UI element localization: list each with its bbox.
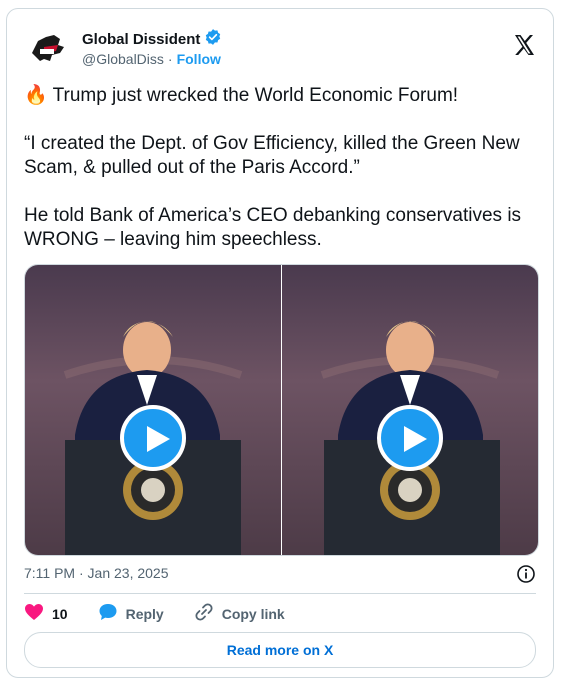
tweet-timestamp[interactable]: 7:11 PM · Jan 23, 2025 — [24, 565, 169, 581]
author-name[interactable]: Global Dissident — [82, 31, 200, 48]
tweet-header: Global Dissident @GlobalDiss · Follow — [24, 23, 536, 71]
heart-icon — [24, 603, 44, 624]
tweet-paragraph: 🔥 Trump just wrecked the World Economic … — [24, 85, 459, 106]
video-thumbnail[interactable] — [282, 265, 538, 555]
play-button[interactable] — [120, 405, 186, 471]
info-icon[interactable] — [516, 564, 536, 584]
follow-button[interactable]: Follow — [177, 51, 221, 67]
tweet-paragraph: “I created the Dept. of Gov Efficiency, … — [24, 133, 520, 178]
verified-badge-icon — [204, 28, 222, 51]
reply-button[interactable]: Reply — [98, 602, 164, 625]
read-more-button[interactable]: Read more on X — [24, 632, 536, 668]
author-handle[interactable]: @GlobalDiss — [82, 51, 164, 67]
tweet-card: Global Dissident @GlobalDiss · Follow 🔥 … — [6, 8, 554, 678]
avatar[interactable] — [24, 23, 72, 71]
link-icon — [194, 602, 214, 625]
copy-link-button[interactable]: Copy link — [194, 602, 285, 625]
divider — [24, 593, 536, 594]
tweet-text: 🔥 Trump just wrecked the World Economic … — [24, 84, 539, 276]
like-button[interactable]: 10 — [24, 603, 68, 624]
tweet-paragraph: He told Bank of America’s CEO debanking … — [24, 205, 522, 250]
play-button[interactable] — [377, 405, 443, 471]
video-thumbnail[interactable] — [25, 265, 281, 555]
separator: · — [167, 51, 173, 67]
reply-bubble-icon — [98, 602, 118, 625]
like-count: 10 — [52, 605, 68, 622]
action-bar: 10 Reply Copy link — [24, 602, 315, 625]
reply-label: Reply — [125, 605, 164, 622]
copy-link-label: Copy link — [221, 605, 285, 622]
media-grid — [24, 264, 539, 556]
x-logo-icon[interactable] — [512, 33, 536, 57]
